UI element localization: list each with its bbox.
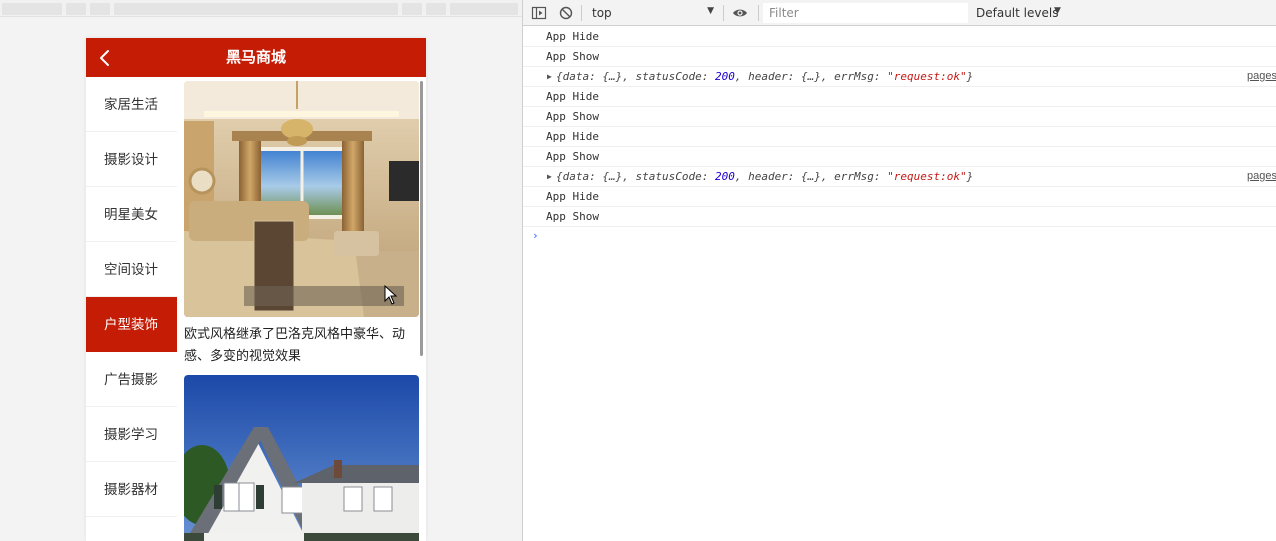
console-log-row: App Show [523, 107, 1276, 127]
category-item[interactable]: 空间设计 [86, 242, 177, 297]
object-preview-part: 200 [714, 170, 735, 183]
toolbar-segment[interactable] [402, 3, 422, 15]
object-preview: {data: {…}, statusCode: 200, header: {…}… [546, 170, 973, 183]
toolbar-segment[interactable] [114, 3, 398, 15]
console-toolbar: top ▼ Default levels ▼ [523, 0, 1276, 26]
category-item[interactable]: 家居生活 [86, 77, 177, 132]
image-caption: 欧式风格继承了巴洛克风格中豪华、动感、多变的视觉效果 [184, 326, 406, 363]
toolbar-segment[interactable] [2, 3, 62, 15]
house-image[interactable] [184, 375, 419, 541]
object-preview-part: "request:ok" [887, 170, 967, 183]
category-item[interactable]: 摄影器材 [86, 462, 177, 517]
object-preview-part: {data: {…}, statusCode: [556, 170, 715, 183]
simulator-pane: 黑马商城 家居生活 摄影设计 明星美女 空间设计 户型装饰 广告摄影 摄影学习 摄影器材 [0, 0, 522, 541]
console-log-row: App Show [523, 147, 1276, 167]
console-log-row: App Hide [523, 87, 1276, 107]
context-value: top [592, 6, 612, 20]
object-preview-part: , header: {…}, errMsg: [734, 170, 888, 183]
console-log-row: App Show [523, 207, 1276, 227]
dropdown-arrow-icon: ▼ [707, 6, 714, 16]
category-item[interactable]: 摄影学习 [86, 407, 177, 462]
category-item[interactable]: 广告摄影 [86, 352, 177, 407]
page-title: 黑马商城 [225, 49, 286, 66]
console-log-row: App Show [523, 47, 1276, 67]
source-link[interactable]: pages [1247, 67, 1276, 86]
category-item[interactable]: 户型装饰 [86, 297, 177, 352]
filter-input[interactable] [763, 3, 968, 23]
object-preview-part: {data: {…}, statusCode: [556, 70, 715, 83]
bedroom-image[interactable] [184, 81, 419, 317]
console-log-row: App Hide [523, 127, 1276, 147]
toolbar-segment[interactable] [426, 3, 446, 15]
object-preview-part: 200 [714, 70, 735, 83]
console-object-row[interactable]: ▶ {data: {…}, statusCode: 200, header: {…… [523, 67, 1276, 87]
toolbar-segment[interactable] [90, 3, 110, 15]
object-preview: {data: {…}, statusCode: 200, header: {…}… [546, 70, 973, 83]
object-preview-part: } [966, 70, 974, 83]
console-prompt[interactable]: › [523, 227, 1276, 247]
sidebar-toggle-icon[interactable] [531, 5, 547, 21]
console-messages: App Hide App Show ▶ {data: {…}, statusCode:… [523, 27, 1276, 247]
phone-screen: 黑马商城 家居生活 摄影设计 明星美女 空间设计 户型装饰 广告摄影 摄影学习 摄影器材 [86, 38, 426, 541]
toolbar-separator [758, 5, 759, 21]
object-preview-part: } [966, 170, 974, 183]
console-object-row[interactable]: ▶ {data: {…}, statusCode: 200, header: {…… [523, 167, 1276, 187]
toolbar-separator [723, 5, 724, 21]
log-levels-label: Default levels [976, 6, 1059, 20]
toolbar-separator [581, 5, 582, 21]
expand-arrow-icon[interactable]: ▶ [547, 167, 552, 186]
mouse-cursor-icon [384, 285, 398, 305]
expand-arrow-icon[interactable]: ▶ [547, 67, 552, 86]
simulator-toolbar [0, 0, 522, 17]
scrollbar-thumb[interactable] [420, 81, 423, 356]
category-item[interactable]: 摄影设计 [86, 132, 177, 187]
eye-icon[interactable] [732, 5, 748, 21]
object-preview-part: , header: {…}, errMsg: [734, 70, 888, 83]
toolbar-segment[interactable] [450, 3, 518, 15]
category-sidebar: 家居生活 摄影设计 明星美女 空间设计 户型装饰 广告摄影 摄影学习 摄影器材 [86, 77, 177, 541]
console-log-row: App Hide [523, 27, 1276, 47]
object-preview-part: "request:ok" [887, 70, 967, 83]
source-link[interactable]: pages [1247, 167, 1276, 186]
content-area: 欧式风格继承了巴洛克风格中豪华、动感、多变的视觉效果 [177, 77, 426, 541]
category-item[interactable]: 明星美女 [86, 187, 177, 242]
toolbar-segment[interactable] [66, 3, 86, 15]
console-log-row: App Hide [523, 187, 1276, 207]
context-select[interactable]: top ▼ [587, 3, 720, 23]
clear-console-icon[interactable] [558, 5, 574, 21]
devtools-console-panel: top ▼ Default levels ▼ App HideApp Show▶… [522, 0, 1276, 541]
dropdown-arrow-icon: ▼ [1054, 6, 1061, 16]
navigation-bar: 黑马商城 [86, 38, 426, 77]
